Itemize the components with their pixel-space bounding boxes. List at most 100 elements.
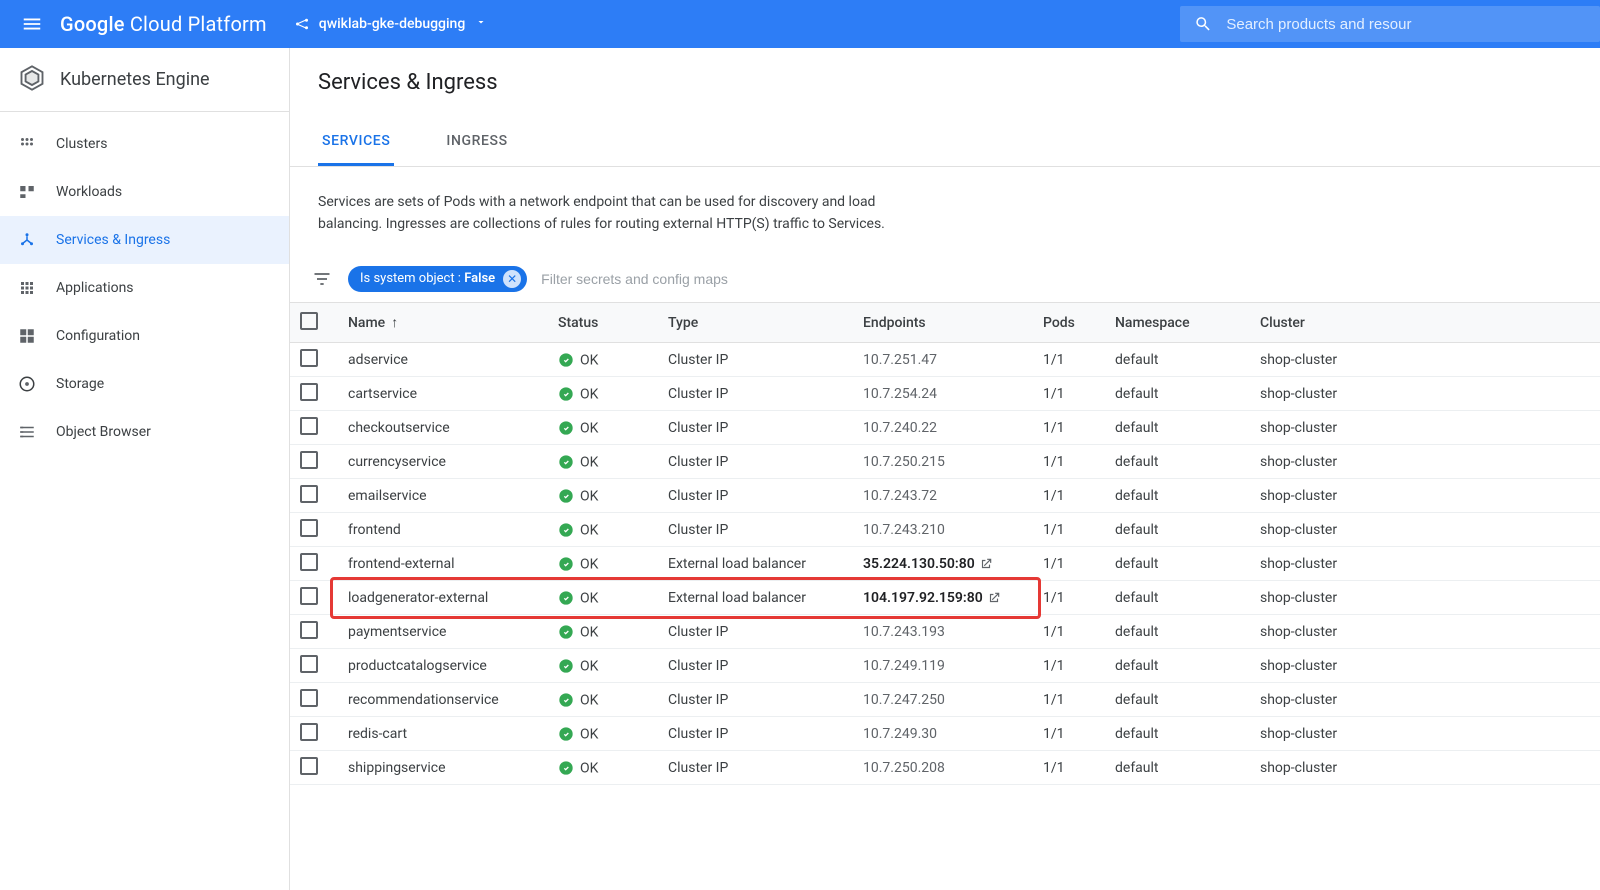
platform-logo[interactable]: Google Cloud Platform bbox=[60, 12, 267, 36]
endpoint-value: 10.7.254.24 bbox=[863, 386, 937, 402]
cluster-link[interactable]: shop-cluster bbox=[1250, 479, 1600, 513]
table-row[interactable]: paymentservice OK Cluster IP 10.7.243.19… bbox=[290, 615, 1600, 649]
row-checkbox[interactable] bbox=[290, 377, 338, 411]
service-name[interactable]: loadgenerator-external bbox=[338, 581, 548, 615]
sort-ascending-icon: ↑ bbox=[391, 315, 398, 331]
product-name: Kubernetes Engine bbox=[60, 69, 210, 90]
clusters-icon bbox=[18, 135, 46, 153]
table-row[interactable]: frontend OK Cluster IP 10.7.243.210 1/1 … bbox=[290, 513, 1600, 547]
service-name[interactable]: frontend bbox=[338, 513, 548, 547]
service-name[interactable]: recommendationservice bbox=[338, 683, 548, 717]
cluster-link[interactable]: shop-cluster bbox=[1250, 615, 1600, 649]
header-checkbox[interactable] bbox=[290, 303, 338, 343]
cluster-link[interactable]: shop-cluster bbox=[1250, 343, 1600, 377]
service-name[interactable]: cartservice bbox=[338, 377, 548, 411]
configuration-icon bbox=[18, 327, 46, 345]
status-ok: OK bbox=[558, 692, 598, 708]
namespace: default bbox=[1105, 343, 1250, 377]
project-picker[interactable]: qwiklab-gke-debugging bbox=[285, 11, 496, 37]
row-checkbox[interactable] bbox=[290, 445, 338, 479]
row-checkbox[interactable] bbox=[290, 411, 338, 445]
row-checkbox[interactable] bbox=[290, 547, 338, 581]
table-row[interactable]: currencyservice OK Cluster IP 10.7.250.2… bbox=[290, 445, 1600, 479]
table-row[interactable]: adservice OK Cluster IP 10.7.251.47 1/1 … bbox=[290, 343, 1600, 377]
service-type: Cluster IP bbox=[658, 717, 853, 751]
header-type[interactable]: Type bbox=[658, 303, 853, 343]
chip-close-icon[interactable]: ✕ bbox=[503, 270, 521, 288]
service-name[interactable]: redis-cart bbox=[338, 717, 548, 751]
sidebar-item-object-browser[interactable]: Object Browser bbox=[0, 408, 289, 456]
header-endpoints[interactable]: Endpoints bbox=[853, 303, 1033, 343]
cluster-link[interactable]: shop-cluster bbox=[1250, 649, 1600, 683]
applications-icon bbox=[18, 279, 46, 297]
header-name[interactable]: Name↑ bbox=[338, 303, 548, 343]
project-name: qwiklab-gke-debugging bbox=[319, 16, 466, 32]
row-checkbox[interactable] bbox=[290, 343, 338, 377]
service-name[interactable]: adservice bbox=[338, 343, 548, 377]
header-pods[interactable]: Pods bbox=[1033, 303, 1105, 343]
row-checkbox[interactable] bbox=[290, 615, 338, 649]
filter-chip[interactable]: Is system object : False ✕ bbox=[348, 266, 527, 292]
service-name[interactable]: checkoutservice bbox=[338, 411, 548, 445]
cluster-link[interactable]: shop-cluster bbox=[1250, 411, 1600, 445]
header-namespace[interactable]: Namespace bbox=[1105, 303, 1250, 343]
endpoint-link[interactable]: 35.224.130.50:80 bbox=[863, 556, 975, 572]
table-row[interactable]: recommendationservice OK Cluster IP 10.7… bbox=[290, 683, 1600, 717]
header-cluster[interactable]: Cluster bbox=[1250, 303, 1600, 343]
row-checkbox[interactable] bbox=[290, 513, 338, 547]
endpoint-link[interactable]: 104.197.92.159:80 bbox=[863, 590, 983, 606]
endpoint-value: 10.7.240.22 bbox=[863, 420, 937, 436]
cluster-link[interactable]: shop-cluster bbox=[1250, 683, 1600, 717]
filter-icon[interactable] bbox=[308, 269, 336, 289]
row-checkbox[interactable] bbox=[290, 717, 338, 751]
sidebar-item-workloads[interactable]: Workloads bbox=[0, 168, 289, 216]
service-name[interactable]: paymentservice bbox=[338, 615, 548, 649]
service-name[interactable]: emailservice bbox=[338, 479, 548, 513]
service-name[interactable]: currencyservice bbox=[338, 445, 548, 479]
table-row[interactable]: cartservice OK Cluster IP 10.7.254.24 1/… bbox=[290, 377, 1600, 411]
table-row[interactable]: emailservice OK Cluster IP 10.7.243.72 1… bbox=[290, 479, 1600, 513]
endpoint-value: 10.7.250.215 bbox=[863, 454, 945, 470]
filter-input[interactable] bbox=[541, 271, 1582, 287]
table-row[interactable]: loadgenerator-external OK External load … bbox=[290, 581, 1600, 615]
service-name[interactable]: shippingservice bbox=[338, 751, 548, 785]
sidebar-item-applications[interactable]: Applications bbox=[0, 264, 289, 312]
row-checkbox[interactable] bbox=[290, 479, 338, 513]
table-row[interactable]: redis-cart OK Cluster IP 10.7.249.30 1/1… bbox=[290, 717, 1600, 751]
sidebar-item-clusters[interactable]: Clusters bbox=[0, 120, 289, 168]
sidebar-item-services[interactable]: Services & Ingress bbox=[0, 216, 289, 264]
cluster-link[interactable]: shop-cluster bbox=[1250, 581, 1600, 615]
namespace: default bbox=[1105, 513, 1250, 547]
tab-ingress[interactable]: INGRESS bbox=[442, 119, 511, 166]
table-row[interactable]: productcatalogservice OK Cluster IP 10.7… bbox=[290, 649, 1600, 683]
service-type: Cluster IP bbox=[658, 683, 853, 717]
namespace: default bbox=[1105, 649, 1250, 683]
status-ok: OK bbox=[558, 726, 598, 742]
row-checkbox[interactable] bbox=[290, 581, 338, 615]
menu-button[interactable] bbox=[12, 13, 52, 35]
row-checkbox[interactable] bbox=[290, 751, 338, 785]
search-box[interactable] bbox=[1180, 6, 1600, 42]
sidebar-item-configuration[interactable]: Configuration bbox=[0, 312, 289, 360]
search-input[interactable] bbox=[1226, 16, 1586, 33]
row-checkbox[interactable] bbox=[290, 649, 338, 683]
cluster-link[interactable]: shop-cluster bbox=[1250, 547, 1600, 581]
table-row[interactable]: checkoutservice OK Cluster IP 10.7.240.2… bbox=[290, 411, 1600, 445]
tab-services[interactable]: SERVICES bbox=[318, 119, 394, 166]
cluster-link[interactable]: shop-cluster bbox=[1250, 377, 1600, 411]
cluster-link[interactable]: shop-cluster bbox=[1250, 751, 1600, 785]
sidebar-item-storage[interactable]: Storage bbox=[0, 360, 289, 408]
open-external-icon[interactable] bbox=[987, 591, 1001, 605]
row-checkbox[interactable] bbox=[290, 683, 338, 717]
table-row[interactable]: shippingservice OK Cluster IP 10.7.250.2… bbox=[290, 751, 1600, 785]
cluster-link[interactable]: shop-cluster bbox=[1250, 513, 1600, 547]
cluster-link[interactable]: shop-cluster bbox=[1250, 717, 1600, 751]
cluster-link[interactable]: shop-cluster bbox=[1250, 445, 1600, 479]
topbar: Google Cloud Platform qwiklab-gke-debugg… bbox=[0, 0, 1600, 48]
service-name[interactable]: frontend-external bbox=[338, 547, 548, 581]
table-row[interactable]: frontend-external OK External load balan… bbox=[290, 547, 1600, 581]
pods-count: 1/1 bbox=[1033, 751, 1105, 785]
header-status[interactable]: Status bbox=[548, 303, 658, 343]
service-name[interactable]: productcatalogservice bbox=[338, 649, 548, 683]
open-external-icon[interactable] bbox=[979, 557, 993, 571]
